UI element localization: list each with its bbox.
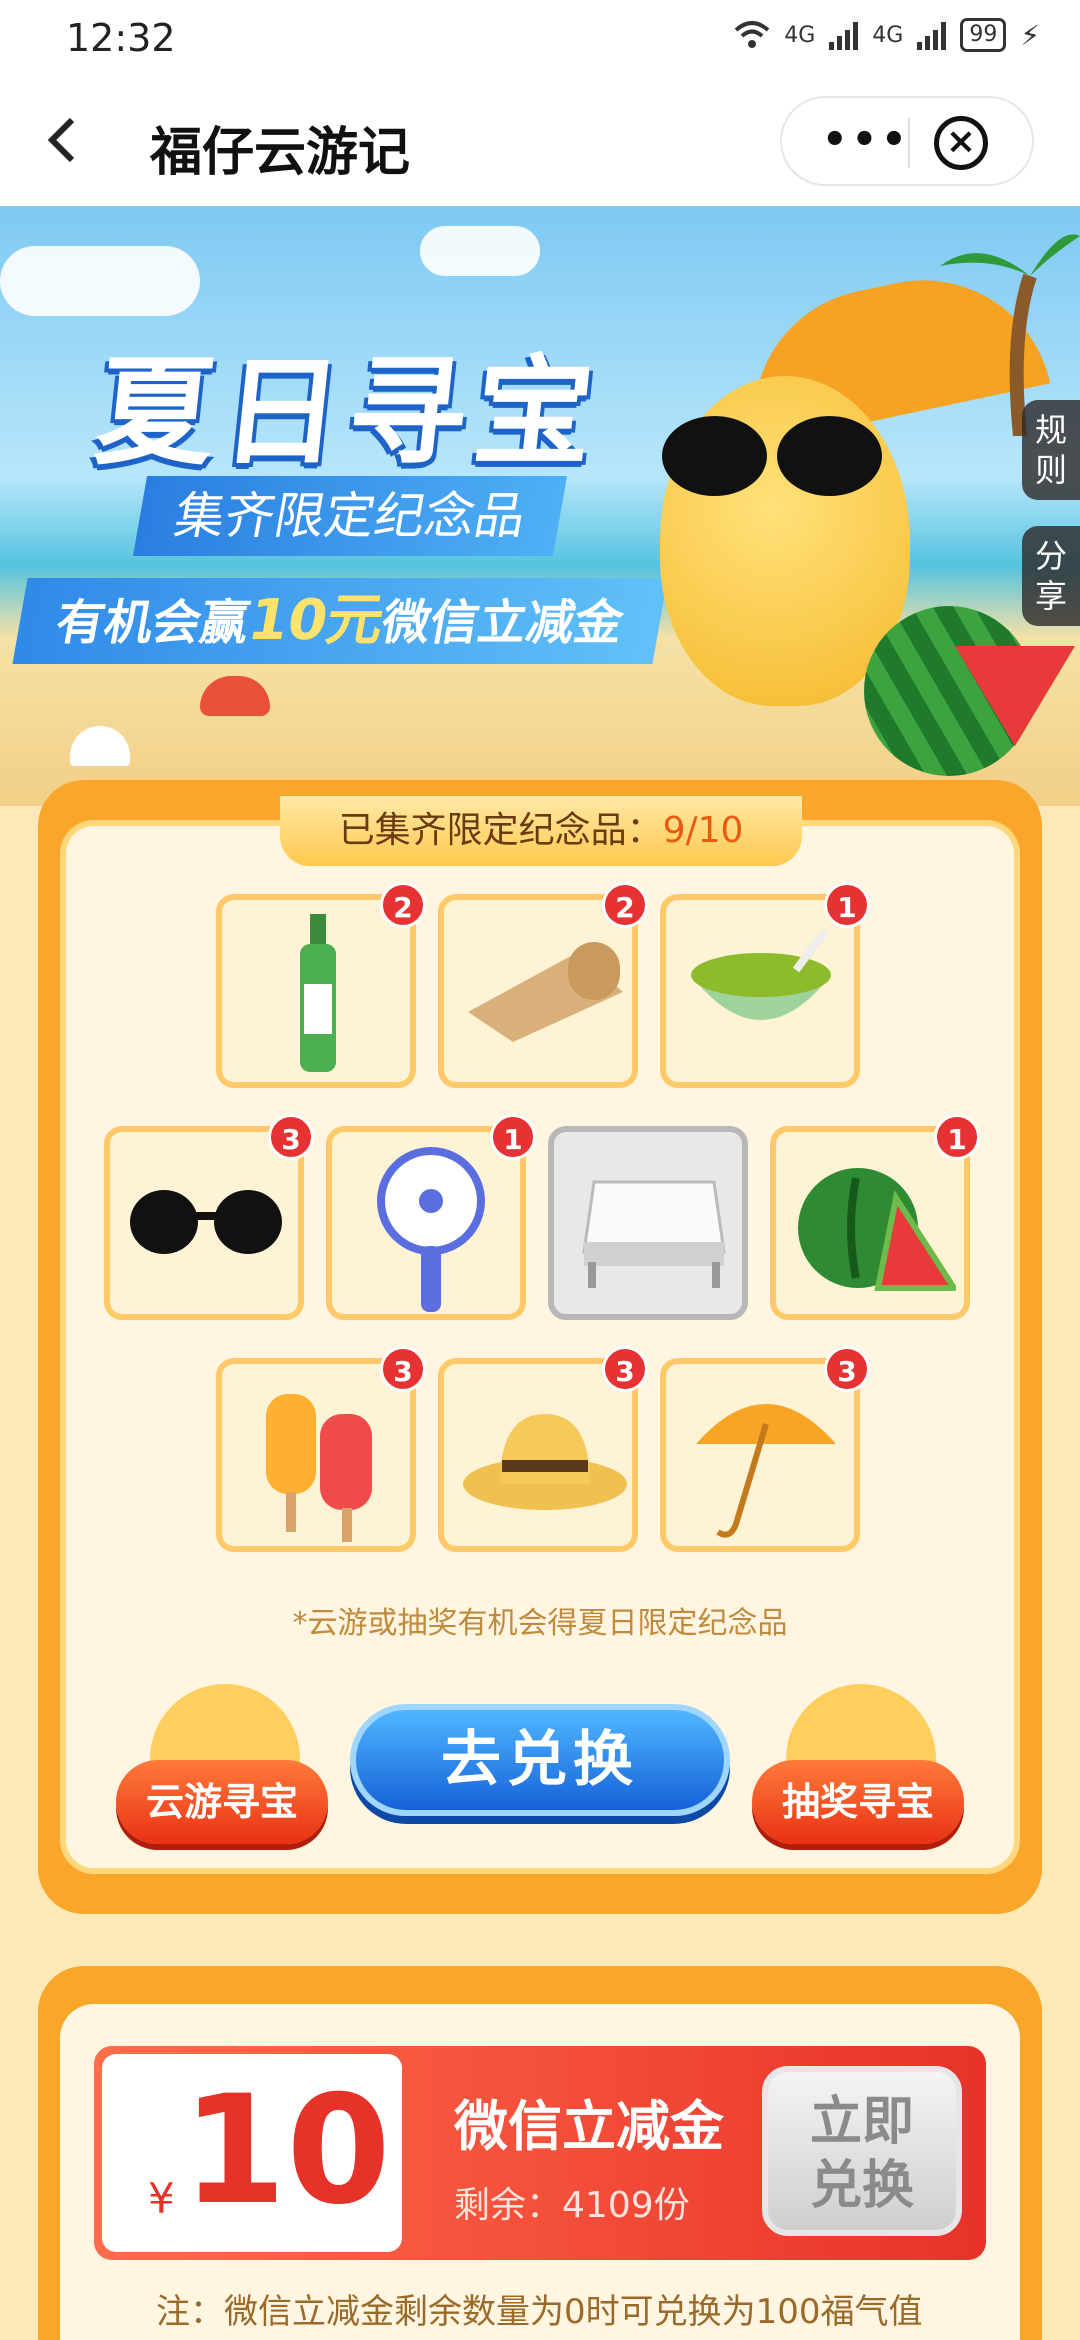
souvenir-item-sunglasses[interactable]: 3: [104, 1114, 314, 1320]
collected-counter: 已集齐限定纪念品：9/10: [280, 796, 802, 866]
watermelon-slice-icon: [955, 646, 1075, 746]
item-count-badge: 3: [602, 1346, 648, 1392]
charging-icon: ⚡: [1020, 18, 1040, 52]
battery-indicator: 99: [960, 18, 1007, 52]
souvenir-item-popsicle[interactable]: 3: [216, 1346, 426, 1552]
sunglasses-icon: [126, 1182, 286, 1262]
hero-prize-line: 有机会赢10元微信立减金: [12, 578, 668, 664]
popsicle-icon: [258, 1384, 388, 1544]
redeem-label-line2: 兑换: [809, 2156, 914, 2216]
item-count-badge: 3: [380, 1346, 426, 1392]
cloud-decoration: [0, 246, 200, 316]
signal-icon-2: [917, 20, 947, 50]
rules-tab[interactable]: 规则: [1022, 400, 1080, 500]
collected-label: 已集齐限定纪念品：: [338, 810, 663, 851]
prize-prefix: 有机会赢: [51, 595, 254, 651]
item-count-badge: 1: [824, 882, 870, 928]
cloud-decoration: [420, 226, 540, 276]
collection-hint: *云游或抽奖有机会得夏日限定纪念品: [292, 1606, 788, 1641]
prize-suffix: 微信立减金: [377, 595, 628, 651]
straw-hat-icon: [460, 1404, 630, 1514]
wechat-coupon-card: ¥ 10 微信立减金 剩余：4109份 立即 兑换: [94, 2046, 986, 2260]
status-time: 12:32: [66, 16, 176, 60]
lottery-button[interactable]: 抽奖寻宝: [752, 1760, 964, 1844]
redeem-button[interactable]: 立即 兑换: [762, 2066, 962, 2236]
status-bar: 12:32 4G 4G 99 ⚡: [0, 0, 1080, 76]
item-count-badge: 3: [824, 1346, 870, 1392]
umbrella-icon: [686, 1384, 846, 1544]
souvenir-item-toilet-water[interactable]: 2: [216, 882, 426, 1088]
share-tab[interactable]: 分享: [1022, 526, 1080, 626]
item-count-badge: 2: [380, 882, 426, 928]
status-icons: 4G 4G 99 ⚡: [734, 18, 1040, 52]
shell-icon: [70, 726, 130, 766]
watermelon-icon: [796, 1158, 956, 1298]
item-count-badge: 2: [602, 882, 648, 928]
sunglasses-icon: [662, 416, 882, 496]
page-title: 福仔云游记: [150, 123, 411, 183]
currency-symbol: ¥: [148, 2174, 175, 2223]
mosquito-net-bed-icon: [574, 1162, 734, 1292]
crab-icon: [200, 676, 270, 716]
hero-title: 夏日寻宝: [89, 343, 609, 481]
wifi-icon: [734, 20, 770, 50]
mung-bean-soup-icon: [686, 930, 836, 1060]
toilet-water-bottle-icon: [294, 914, 342, 1074]
collected-count: 9/10: [662, 810, 744, 851]
coupon-amount-area: ¥ 10: [102, 2054, 402, 2252]
item-count-badge: 1: [934, 1114, 980, 1160]
capsule-divider: [908, 118, 910, 168]
back-button[interactable]: [42, 112, 82, 168]
souvenir-item-bamboo-mat[interactable]: 2: [438, 882, 648, 1088]
souvenir-item-fan[interactable]: 1: [326, 1114, 536, 1320]
cloud-travel-button[interactable]: 云游寻宝: [116, 1760, 328, 1844]
item-count-badge: 1: [490, 1114, 536, 1160]
item-count-badge: 3: [268, 1114, 314, 1160]
bamboo-mat-icon: [458, 942, 628, 1042]
remaining-label: 剩余：: [454, 2185, 563, 2226]
coupon-note: 注：微信立减金剩余数量为0时可兑换为100福气值: [156, 2292, 923, 2332]
coupon-amount: 10: [182, 2064, 391, 2238]
nav-bar: 福仔云游记 ••• ×: [0, 76, 1080, 206]
souvenir-item-mung-bean-soup[interactable]: 1: [660, 882, 870, 1088]
coupon-name: 微信立减金: [454, 2095, 724, 2158]
redeem-label-line1: 立即: [809, 2092, 914, 2152]
prize-amount: 10元: [243, 588, 389, 653]
remaining-value: 4109份: [562, 2185, 690, 2226]
network-label-1: 4G: [784, 22, 816, 48]
souvenir-item-straw-hat[interactable]: 3: [438, 1346, 648, 1552]
close-button[interactable]: ×: [934, 116, 988, 170]
souvenir-item-watermelon[interactable]: 1: [770, 1114, 980, 1320]
mini-program-capsule: ••• ×: [780, 96, 1034, 186]
hero-subtitle: 集齐限定纪念品: [132, 476, 568, 556]
signal-icon: [829, 20, 859, 50]
hero-banner: 夏日寻宝 集齐限定纪念品 有机会赢10元微信立减金: [0, 206, 1080, 806]
more-options-button[interactable]: •••: [822, 120, 911, 160]
souvenir-item-umbrella[interactable]: 3: [660, 1346, 870, 1552]
coupon-remaining: 剩余：4109份: [454, 2176, 690, 2228]
souvenir-item-mosquito-net-locked[interactable]: [548, 1126, 748, 1320]
exchange-button[interactable]: 去兑换: [350, 1704, 730, 1816]
handheld-fan-icon: [376, 1146, 486, 1316]
network-label-2: 4G: [872, 22, 904, 48]
